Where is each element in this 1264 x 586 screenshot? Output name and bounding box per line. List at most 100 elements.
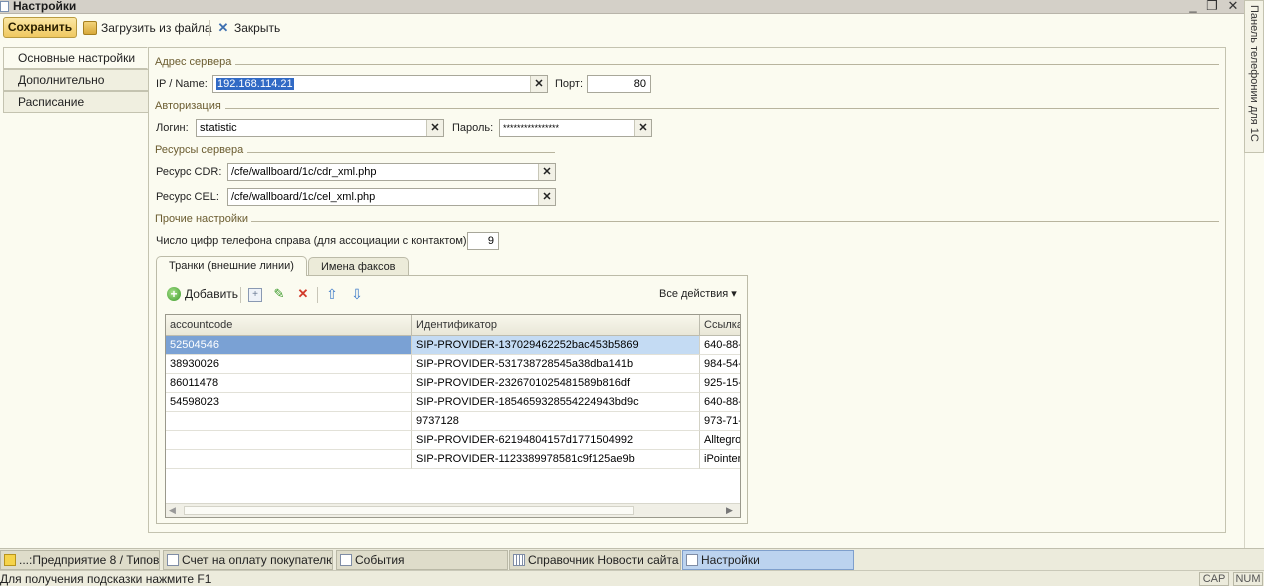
table-cell: SIP-PROVIDER-62194804157d1771504992	[412, 431, 700, 450]
folder-icon	[83, 21, 97, 35]
table-cell: 38930026	[166, 355, 412, 374]
password-label: Пароль:	[452, 122, 494, 134]
cel-input[interactable]: /cfe/wallboard/1c/cel_xml.php ✕	[227, 188, 556, 206]
star-icon	[4, 554, 16, 566]
close-form-label: Закрыть	[234, 21, 281, 35]
table-cell: SIP-PROVIDER-531738728545a38dba141b	[412, 355, 700, 374]
copy-icon[interactable]: +	[248, 288, 262, 302]
load-from-file-label: Загрузить из файла	[101, 21, 212, 35]
all-actions-menu[interactable]: Все действия ▾	[659, 287, 737, 300]
other-group-title: Прочие настройки	[155, 213, 249, 225]
ip-label: IP / Name:	[156, 78, 208, 90]
task-label: События	[355, 553, 405, 567]
password-input[interactable]: **************** ✕	[499, 119, 652, 137]
delete-icon[interactable]: ✕	[296, 287, 310, 301]
table-cell: 640-88-	[700, 393, 740, 412]
table-cell: 973-71-	[700, 412, 740, 431]
move-up-icon[interactable]: ⇧	[325, 287, 339, 301]
clear-icon[interactable]: ✕	[538, 164, 555, 180]
close-form-button[interactable]: ✕ Закрыть	[216, 20, 281, 36]
save-button[interactable]: Сохранить	[3, 17, 77, 38]
table-cell: 54598023	[166, 393, 412, 412]
table-header: accountcode Идентификатор Ссылка	[166, 315, 740, 336]
move-down-icon[interactable]: ⇩	[350, 287, 364, 301]
edit-icon[interactable]: ✎	[272, 287, 286, 301]
scroll-right-icon[interactable]: ▶	[726, 504, 733, 517]
restore-button[interactable]: ❐	[1205, 0, 1219, 13]
port-label: Порт:	[555, 78, 583, 90]
document-icon	[167, 554, 179, 566]
toolbar-separator	[240, 287, 241, 303]
table-cell	[166, 431, 412, 450]
ip-input[interactable]: 192.168.114.21 ✕	[212, 75, 548, 93]
port-input[interactable]: 80	[587, 75, 651, 93]
cdr-label: Ресурс CDR:	[156, 166, 222, 178]
tab-main-settings[interactable]: Основные настройки	[3, 47, 148, 69]
scrollbar-thumb[interactable]	[184, 506, 634, 515]
right-strip	[1244, 153, 1264, 548]
resources-group-title: Ресурсы сервера	[155, 144, 244, 156]
server-group-title: Адрес сервера	[155, 56, 232, 68]
task-label: Справочник Новости сайта	[528, 553, 679, 567]
clear-icon[interactable]: ✕	[538, 189, 555, 205]
clear-icon[interactable]: ✕	[530, 76, 547, 92]
digits-input[interactable]: 9	[467, 232, 499, 250]
group-divider	[251, 221, 1219, 222]
column-header-link[interactable]: Ссылка	[700, 315, 740, 336]
cdr-value: /cfe/wallboard/1c/cdr_xml.php	[231, 166, 377, 178]
task-label: ...:Предприятие 8 / Типовы...	[19, 553, 160, 567]
task-news-catalog[interactable]: Справочник Новости сайта	[509, 550, 681, 570]
table-cell: iPointer	[700, 450, 740, 469]
load-from-file-button[interactable]: Загрузить из файла	[83, 20, 212, 36]
scroll-left-icon[interactable]: ◀	[169, 504, 176, 517]
close-window-button[interactable]: ✕	[1226, 0, 1240, 13]
tab-additional[interactable]: Дополнительно	[3, 69, 148, 91]
cdr-input[interactable]: /cfe/wallboard/1c/cdr_xml.php ✕	[227, 163, 556, 181]
trunks-panel: + Добавить + ✎ ✕ ⇧ ⇩ Все действия ▾ acco…	[156, 275, 748, 524]
task-invoice[interactable]: Счет на оплату покупателю	[163, 550, 333, 570]
window-taskbar: ...:Предприятие 8 / Типовы... Счет на оп…	[0, 548, 1264, 570]
table-cell: 52504546	[166, 336, 412, 355]
window-title-bar: Настройки _ ❐ ✕	[0, 0, 1244, 14]
toolbar-separator	[209, 20, 210, 36]
cel-label: Ресурс CEL:	[156, 191, 219, 203]
clear-icon[interactable]: ✕	[426, 120, 443, 136]
add-row-button[interactable]: + Добавить	[167, 287, 238, 301]
num-lock-indicator: NUM	[1233, 572, 1263, 586]
form-toolbar: Сохранить Загрузить из файла ✕ Закрыть	[0, 14, 1244, 42]
tab-fax-names[interactable]: Имена факсов	[308, 257, 409, 276]
add-icon: +	[167, 287, 181, 301]
ip-value: 192.168.114.21	[216, 78, 294, 90]
task-settings[interactable]: Настройки	[682, 550, 854, 570]
group-divider	[225, 108, 1219, 109]
cel-value: /cfe/wallboard/1c/cel_xml.php	[231, 191, 376, 203]
task-label: Настройки	[701, 553, 760, 567]
column-header-identifier[interactable]: Идентификатор	[412, 315, 700, 336]
tab-schedule[interactable]: Расписание	[3, 91, 148, 113]
group-divider	[247, 152, 555, 153]
telephony-side-panel[interactable]: Панель телефонии для 1С	[1244, 0, 1264, 153]
table-cell	[166, 450, 412, 469]
table-cell: SIP-PROVIDER-1123389978581c9f125ae9b	[412, 450, 700, 469]
clear-icon[interactable]: ✕	[634, 120, 651, 136]
close-icon: ✕	[217, 20, 229, 35]
task-enterprise[interactable]: ...:Предприятие 8 / Типовы...	[0, 550, 160, 570]
table-cell	[166, 412, 412, 431]
login-input[interactable]: statistic ✕	[196, 119, 444, 137]
status-hint: Для получения подсказки нажмите F1	[0, 572, 212, 586]
task-events[interactable]: События	[336, 550, 508, 570]
tab-trunks[interactable]: Транки (внешние линии)	[156, 256, 307, 276]
trunks-table[interactable]: accountcode Идентификатор Ссылка 5250454…	[165, 314, 741, 518]
table-cell: 86011478	[166, 374, 412, 393]
table-cell: 984-54-	[700, 355, 740, 374]
login-label: Логин:	[156, 122, 189, 134]
login-value: statistic	[200, 122, 237, 134]
table-cell: 925-15-	[700, 374, 740, 393]
table-cell: SIP-PROVIDER-137029462252bac453b5869	[412, 336, 700, 355]
table-cell: 9737128	[412, 412, 700, 431]
window-title: Настройки	[13, 0, 77, 13]
minimize-button[interactable]: _	[1186, 0, 1200, 13]
horizontal-scrollbar[interactable]: ◀ ▶	[166, 503, 740, 517]
column-header-accountcode[interactable]: accountcode	[166, 315, 412, 336]
table-cell: SIP-PROVIDER-2326701025481589b816df	[412, 374, 700, 393]
